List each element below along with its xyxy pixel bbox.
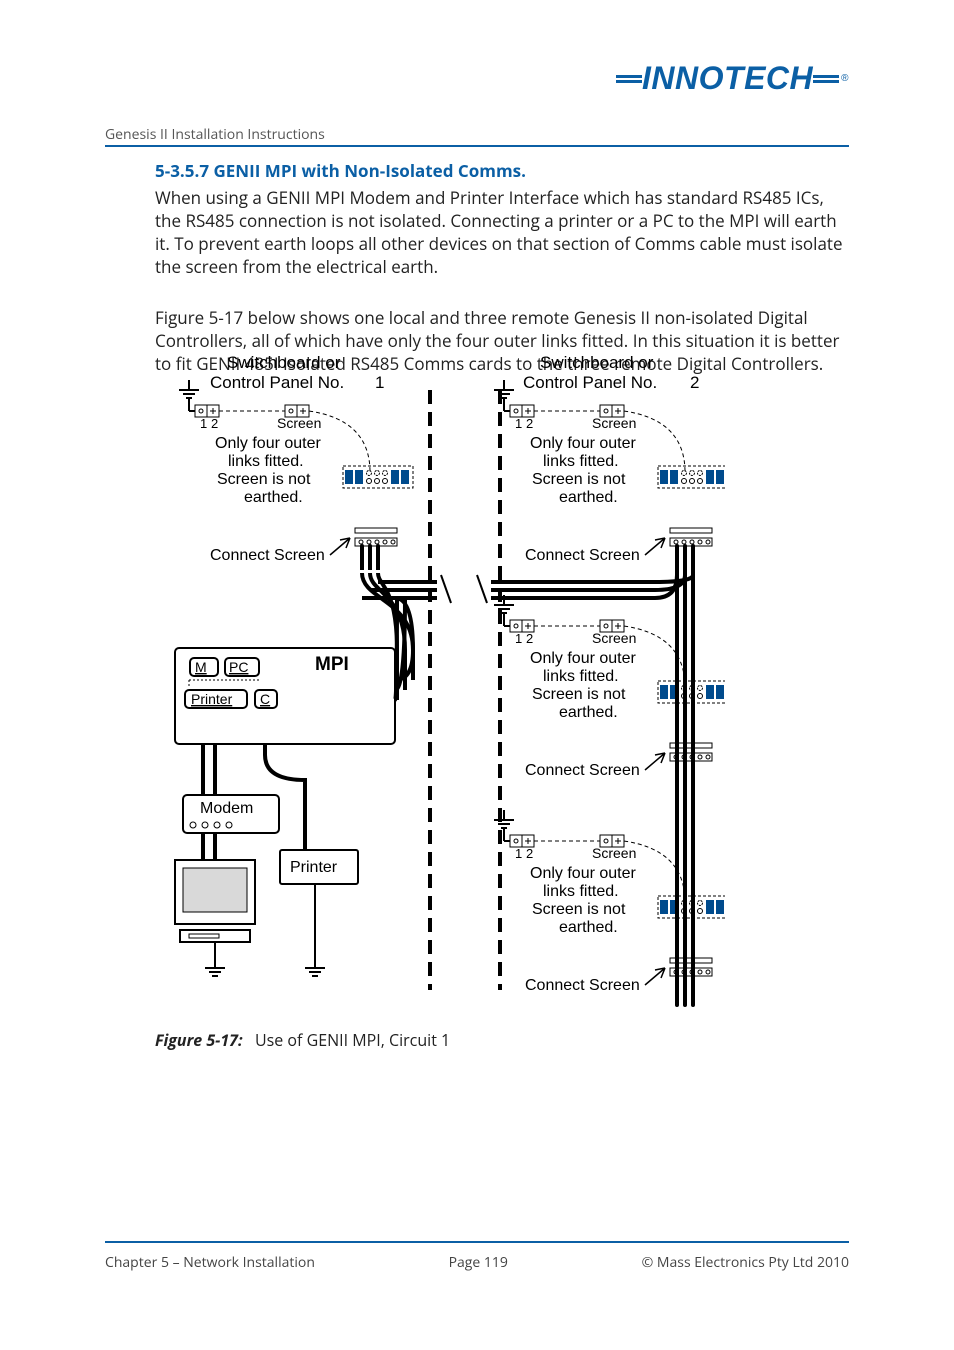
svg-text:C: C xyxy=(260,691,270,707)
section-para-1: When using a GENII MPI Modem and Printer… xyxy=(155,187,849,279)
brand-logo: INNOTECH ® xyxy=(616,60,849,97)
figure-5-17: 1 2 Screen Only four outer links fitted.… xyxy=(155,350,725,1051)
svg-text:Modem: Modem xyxy=(200,800,253,817)
section-heading: 5-3.5.7 GENII MPI with Non-Isolated Comm… xyxy=(155,160,849,183)
page-footer: Chapter 5 – Network Installation Page 11… xyxy=(105,1253,849,1272)
header-rule xyxy=(105,145,849,147)
footer-rule xyxy=(105,1241,849,1243)
svg-text:2: 2 xyxy=(690,373,699,392)
svg-text:Switchboard or: Switchboard or xyxy=(540,353,654,372)
footer-center: Page 119 xyxy=(449,1253,508,1272)
diagram-svg: 1 2 Screen Only four outer links fitted.… xyxy=(155,350,725,1010)
figure-caption: Figure 5-17: Use of GENII MPI, Circuit 1 xyxy=(155,1029,725,1051)
footer-right: © Mass Electronics Pty Ltd 2010 xyxy=(642,1253,849,1272)
header-doc-title: Genesis II Installation Instructions xyxy=(105,125,849,144)
svg-text:Printer: Printer xyxy=(191,691,233,707)
footer-left: Chapter 5 – Network Installation xyxy=(105,1253,315,1272)
svg-text:Control Panel No.: Control Panel No. xyxy=(210,373,344,392)
svg-text:Control Panel No.: Control Panel No. xyxy=(523,373,657,392)
svg-text:MPI: MPI xyxy=(315,654,349,675)
svg-text:PC: PC xyxy=(229,659,248,675)
svg-text:Printer: Printer xyxy=(290,859,338,876)
svg-text:Switchboard or: Switchboard or xyxy=(227,353,341,372)
svg-text:1: 1 xyxy=(375,373,384,392)
svg-text:M: M xyxy=(195,659,207,675)
